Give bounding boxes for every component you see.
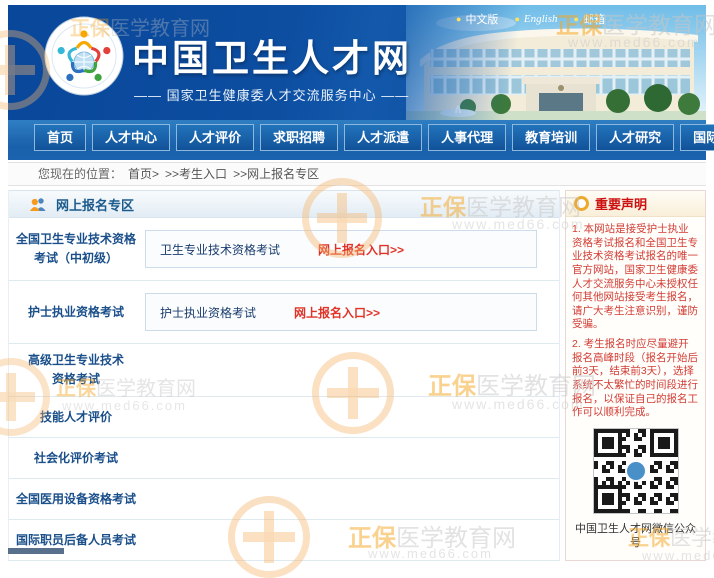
registration-panel: 网上报名专区 全国卫生专业技术资格 考试（中初级） 卫生专业技术资格考试 网上报…	[8, 190, 560, 561]
registration-entry-link[interactable]: 网上报名入口>>	[294, 304, 380, 321]
nav-intl-cooperation[interactable]: 国际合作	[680, 124, 714, 151]
panel-header: 网上报名专区	[9, 190, 559, 218]
row-label: 全国卫生专业技术资格 考试（中初级）	[9, 230, 143, 267]
breadcrumb-online-registration[interactable]: >>网上报名专区	[233, 163, 319, 185]
nav-talent-evaluation[interactable]: 人才评价	[176, 124, 254, 151]
bullet-icon: ●	[456, 14, 461, 24]
users-icon	[29, 197, 47, 212]
notice-paragraph: 2. 考生报名时应尽量避开报名高峰时段（报名开始后前3天，结束前3天），选择系统…	[572, 338, 699, 420]
table-row: 全国卫生专业技术资格 考试（中初级） 卫生专业技术资格考试 网上报名入口>>	[9, 218, 559, 281]
breadcrumb-home[interactable]: 首页>	[128, 163, 159, 185]
table-row: 高级卫生专业技术 资格考试	[9, 344, 559, 397]
table-row: 社会化评价考试	[9, 438, 559, 479]
exam-name: 卫生专业技术资格考试	[160, 241, 280, 258]
notice-paragraph: 1. 本网站是接受护士执业资格考试报名和全国卫生专业技术资格考试报名的唯一官方网…	[572, 223, 699, 332]
row-label: 社会化评价考试	[9, 449, 143, 468]
notice-title: 重要声明	[595, 194, 647, 213]
row-label: 护士执业资格考试	[9, 303, 143, 322]
nav-job-recruit[interactable]: 求职招聘	[260, 124, 338, 151]
bullet-icon: ●	[574, 14, 579, 24]
registration-entry-link[interactable]: 网上报名入口>>	[318, 241, 404, 258]
link-chinese[interactable]: ● 中文版	[456, 11, 498, 27]
top-links: ● 中文版 ● English ● 邮箱	[456, 11, 605, 27]
ring-icon	[574, 196, 589, 211]
site-logo	[44, 16, 124, 96]
site-title: 中国卫生人才网	[132, 28, 412, 82]
notice-body: 1. 本网站是接受护士执业资格考试报名和全国卫生专业技术资格考试报名的唯一官方网…	[566, 217, 705, 550]
main-nav: 首页 人才中心 人才评价 求职招聘 人才派遣 人事代理 教育培训 人才研究 国际…	[8, 120, 706, 160]
table-row: 技能人才评价	[9, 397, 559, 438]
link-english[interactable]: ● English	[514, 11, 557, 27]
panel-title: 网上报名专区	[56, 195, 134, 214]
notice-header: 重要声明	[566, 191, 705, 217]
table-row: 国际职员后备人员考试	[9, 520, 559, 561]
main-content: 网上报名专区 全国卫生专业技术资格 考试（中初级） 卫生专业技术资格考试 网上报…	[8, 190, 706, 561]
nav-hr-agency[interactable]: 人事代理	[428, 124, 506, 151]
row-label: 高级卫生专业技术 资格考试	[9, 351, 143, 388]
exam-name: 护士执业资格考试	[160, 304, 256, 321]
site-subtitle: —— 国家卫生健康委人才交流服务中心 ——	[134, 85, 409, 104]
nav-talent-center[interactable]: 人才中心	[92, 124, 170, 151]
qr-block: 中国卫生人才网微信公众号	[572, 428, 699, 550]
nav-talent-research[interactable]: 人才研究	[596, 124, 674, 151]
nav-education-training[interactable]: 教育培训	[512, 124, 590, 151]
breadcrumb-candidate-entry[interactable]: >>考生入口	[165, 163, 227, 185]
exam-entry-box: 卫生专业技术资格考试 网上报名入口>>	[145, 230, 537, 268]
qr-caption: 中国卫生人才网微信公众号	[572, 522, 699, 551]
footer-strip	[8, 548, 64, 554]
table-row: 全国医用设备资格考试	[9, 479, 559, 520]
breadcrumb-prefix: 您现在的位置：	[38, 163, 122, 185]
row-label: 技能人才评价	[9, 408, 143, 427]
page-container: 中国卫生人才网 —— 国家卫生健康委人才交流服务中心 —— ● 中文版 ● En…	[8, 5, 706, 561]
row-label: 全国医用设备资格考试	[9, 490, 143, 509]
exam-entry-box: 护士执业资格考试 网上报名入口>>	[145, 293, 537, 331]
row-label: 国际职员后备人员考试	[9, 531, 143, 550]
table-row: 护士执业资格考试 护士执业资格考试 网上报名入口>>	[9, 281, 559, 344]
important-notice-sidebar: 重要声明 1. 本网站是接受护士执业资格考试报名和全国卫生专业技术资格考试报名的…	[565, 190, 706, 561]
bullet-icon: ●	[514, 14, 519, 24]
nav-talent-dispatch[interactable]: 人才派遣	[344, 124, 422, 151]
qr-code	[593, 428, 679, 514]
breadcrumb: 您现在的位置： 首页> >>考生入口 >>网上报名专区	[8, 162, 706, 186]
site-header: 中国卫生人才网 —— 国家卫生健康委人才交流服务中心 —— ● 中文版 ● En…	[8, 5, 706, 120]
nav-home[interactable]: 首页	[34, 124, 86, 151]
link-mailbox[interactable]: ● 邮箱	[574, 11, 605, 27]
